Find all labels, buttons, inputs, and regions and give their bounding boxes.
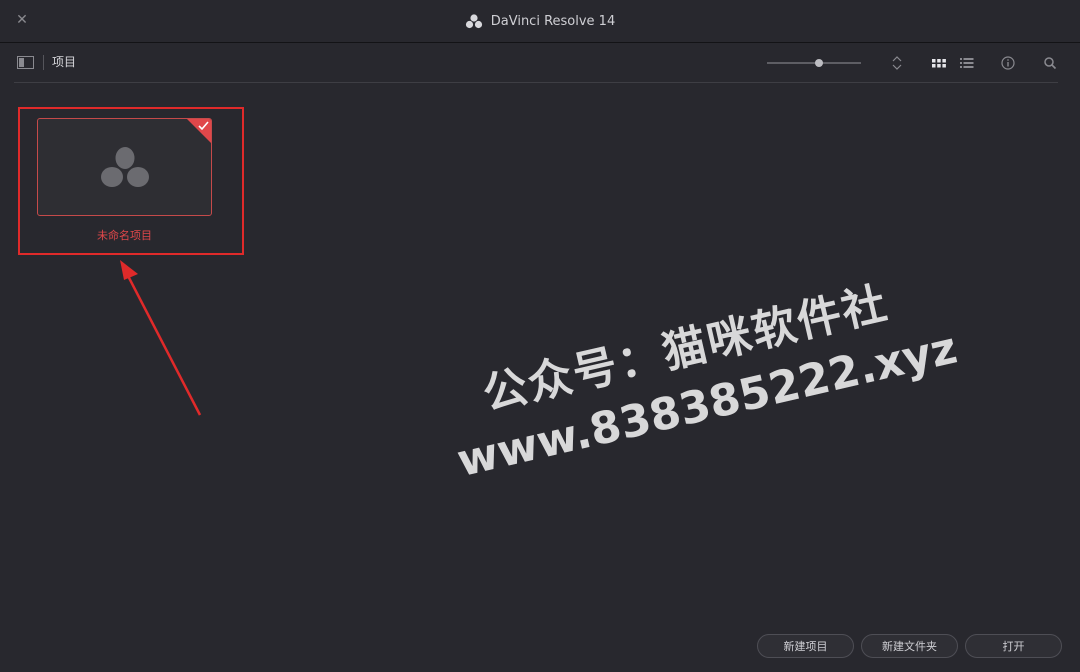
selected-check-icon <box>187 119 211 143</box>
davinci-logo-icon <box>465 14 482 29</box>
panel-toggle-icon[interactable] <box>17 56 34 69</box>
watermark-line-1: 公众号：猫咪软件社 <box>478 277 894 421</box>
info-icon[interactable] <box>1000 55 1016 71</box>
open-button[interactable]: 打开 <box>965 634 1062 658</box>
breadcrumb[interactable]: 项目 <box>52 54 76 71</box>
project-name-label[interactable]: 未命名项目 <box>37 228 212 243</box>
new-project-button[interactable]: 新建项目 <box>757 634 854 658</box>
list-view-icon[interactable] <box>959 55 975 71</box>
project-thumbnail[interactable] <box>37 118 212 216</box>
toolbar-divider <box>14 82 1058 83</box>
project-manager-window: ✕ DaVinci Resolve 14 项目 未命名项目 公众号：猫咪软件社 … <box>0 0 1080 672</box>
window-title-group: DaVinci Resolve 14 <box>0 0 1080 42</box>
window-title: DaVinci Resolve 14 <box>490 13 616 29</box>
watermark: 公众号：猫咪软件社 www.838385222.xyz <box>430 223 975 506</box>
toolbar <box>0 43 1080 83</box>
watermark-line-2: www.838385222.xyz <box>452 322 962 488</box>
grid-view-icon[interactable] <box>931 55 947 71</box>
sort-icon[interactable] <box>889 55 905 71</box>
search-icon[interactable] <box>1042 55 1058 71</box>
new-folder-button[interactable]: 新建文件夹 <box>861 634 958 658</box>
toolbar-separator <box>43 55 44 70</box>
project-placeholder-logo-icon <box>101 147 149 187</box>
title-bar: ✕ DaVinci Resolve 14 <box>0 0 1080 43</box>
annotation-arrow <box>120 260 202 416</box>
thumbnail-zoom-slider-knob[interactable] <box>814 59 823 67</box>
